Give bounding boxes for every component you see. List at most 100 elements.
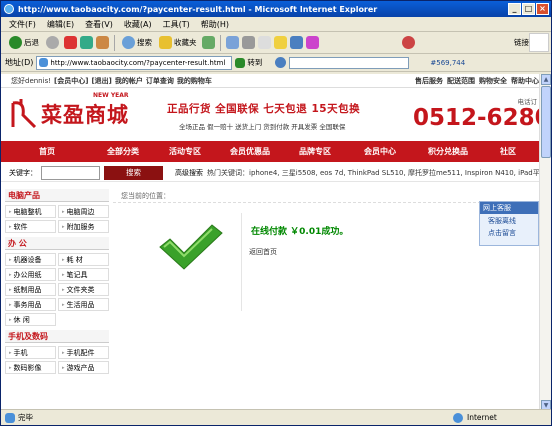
menu-file[interactable]: 文件(F) (9, 19, 36, 30)
advanced-search-link[interactable]: 高级搜索 (175, 168, 203, 178)
close-button[interactable]: × (536, 3, 549, 15)
topnav-link-member[interactable]: [会员中心] (54, 76, 88, 86)
window-title: http://www.taobaocity.com/?paycenter-res… (18, 4, 378, 14)
toolbar-search-icon[interactable] (275, 57, 287, 68)
category-item[interactable]: 笔记具 (58, 268, 109, 281)
research-icon[interactable] (305, 36, 319, 49)
category-item[interactable]: 软件 (5, 220, 56, 233)
category-item[interactable]: 生活用品 (58, 298, 109, 311)
topnav-right-safety[interactable]: 购物安全 (479, 76, 507, 86)
zone-text: Internet (467, 413, 497, 422)
page-content: 您好dennis! [会员中心] [退出] 我的帐户 订单查询 我的购物车 售后… (1, 74, 551, 411)
category-item[interactable]: 机器设备 (5, 253, 56, 266)
go-button[interactable]: 转到 (235, 57, 262, 68)
search-submit-button[interactable]: 搜索 (104, 166, 163, 180)
topnav-link-logout[interactable]: [退出] (91, 76, 111, 86)
topnav-right-help[interactable]: 帮助中心 (511, 76, 539, 86)
topnav-right-delivery[interactable]: 配送范围 (447, 76, 475, 86)
star-icon (159, 36, 172, 49)
category-title: 手机及数码 (5, 330, 109, 343)
category-item[interactable]: 附加服务 (58, 220, 109, 233)
addon-icon[interactable] (401, 36, 415, 49)
main-nav: 首页 全部分类 活动专区 会员优惠品 品牌专区 会员中心 积分兑换品 社区 (1, 141, 551, 162)
topnav-link-cart[interactable]: 我的购物车 (177, 76, 212, 86)
search-button[interactable]: 搜索 (120, 35, 154, 50)
edit-icon[interactable] (257, 36, 271, 49)
category-item[interactable]: 事务用品 (5, 298, 56, 311)
category-title: 办 公 (5, 237, 109, 250)
vertical-scrollbar[interactable]: ▲ ▼ (539, 74, 551, 411)
category-title: 电脑产品 (5, 189, 109, 202)
nav-brands[interactable]: 品牌专区 (283, 146, 347, 157)
top-nav: 您好dennis! [会员中心] [退出] 我的帐户 订单查询 我的购物车 售后… (1, 74, 551, 88)
minimize-button[interactable]: _ (508, 3, 521, 15)
category-item[interactable]: 纸制用品 (5, 283, 56, 296)
search-icon (122, 36, 135, 49)
category-item[interactable]: 文件夹类 (58, 283, 109, 296)
windows-logo-icon (529, 33, 549, 52)
customer-service-widget[interactable]: 网上客服 客服离线 点击留言 (479, 201, 539, 246)
menu-favorites[interactable]: 收藏(A) (124, 19, 152, 30)
page-icon (39, 58, 49, 67)
internet-zone-icon (453, 413, 463, 423)
main-content: 您当前的位置： 在线付款 ￥0.01成功。 返回首页 (113, 191, 541, 311)
scroll-up-icon[interactable]: ▲ (541, 74, 551, 85)
category-item[interactable]: 游戏产品 (58, 361, 109, 374)
menu-bar: 文件(F) 编辑(E) 查看(V) 收藏(A) 工具(T) 帮助(H) (1, 17, 551, 32)
chat-title: 网上客服 (480, 202, 538, 214)
menu-tools[interactable]: 工具(T) (163, 19, 190, 30)
browser-window: http://www.taobaocity.com/?paycenter-res… (0, 0, 552, 426)
category-item[interactable]: 耗 材 (58, 253, 109, 266)
print-icon[interactable] (241, 36, 255, 49)
topnav-right-service[interactable]: 售后服务 (415, 76, 443, 86)
menu-help[interactable]: 帮助(H) (201, 19, 229, 30)
scroll-thumb[interactable] (541, 86, 551, 158)
forward-button[interactable] (44, 35, 61, 50)
toolbar-search-input[interactable] (289, 56, 410, 69)
nav-points[interactable]: 积分兑换品 (413, 146, 483, 157)
greeting: 您好dennis! (11, 76, 52, 85)
links-label[interactable]: 链接 (514, 37, 529, 48)
toolbar: 后退 搜索 收藏夹 链接 (1, 32, 551, 54)
category-item[interactable]: 休 闲 (5, 313, 56, 326)
hot-keywords: 热门关键词：iphone4, 三星i5508, eos 7d, ThinkPad… (207, 169, 547, 177)
chat-leave-message[interactable]: 点击留言 (480, 228, 538, 238)
ie-logo-icon (4, 4, 14, 14)
category-item[interactable]: 电脑整机 (5, 205, 56, 218)
site-logo[interactable]: 菜盈商城 (9, 97, 129, 131)
address-bar: 地址(D) http://www.taobaocity.com/?paycent… (1, 54, 551, 72)
menu-view[interactable]: 查看(V) (85, 19, 113, 30)
history-icon[interactable] (201, 36, 215, 49)
nav-member-deals[interactable]: 会员优惠品 (217, 146, 283, 157)
nav-community[interactable]: 社区 (483, 146, 533, 157)
topnav-link-account[interactable]: 我的帐户 (115, 76, 143, 86)
nav-member-center[interactable]: 会员中心 (347, 146, 413, 157)
stop-icon[interactable] (64, 36, 77, 49)
payment-success-text: 在线付款 ￥0.01成功。 (251, 227, 349, 237)
category-item[interactable]: 办公用纸 (5, 268, 56, 281)
refresh-icon[interactable] (80, 36, 93, 49)
back-home-link[interactable]: 返回首页 (249, 247, 277, 257)
keyword-input[interactable] (41, 166, 100, 180)
nav-all-categories[interactable]: 全部分类 (93, 146, 153, 157)
address-input[interactable]: http://www.taobaocity.com/?paycenter-res… (36, 55, 233, 70)
breadcrumb: 您当前的位置： (113, 191, 541, 203)
home-icon[interactable] (96, 36, 109, 49)
back-button[interactable]: 后退 (7, 35, 41, 50)
menu-edit[interactable]: 编辑(E) (47, 19, 74, 30)
favorites-button[interactable]: 收藏夹 (157, 35, 199, 50)
messenger-icon[interactable] (289, 36, 303, 49)
nav-home[interactable]: 首页 (1, 146, 93, 157)
chat-status[interactable]: 客服离线 (480, 216, 538, 226)
maximize-button[interactable]: □ (522, 3, 535, 15)
nav-events[interactable]: 活动专区 (153, 146, 217, 157)
category-item[interactable]: 手机配件 (58, 346, 109, 359)
category-item[interactable]: 电脑周边 (58, 205, 109, 218)
mail-icon[interactable] (225, 36, 239, 49)
title-bar[interactable]: http://www.taobaocity.com/?paycenter-res… (1, 1, 551, 17)
new-year-badge: NEW YEAR (93, 92, 129, 99)
category-item[interactable]: 数码影像 (5, 361, 56, 374)
topnav-link-orders[interactable]: 订单查询 (146, 76, 174, 86)
category-item[interactable]: 手机 (5, 346, 56, 359)
note-icon[interactable] (273, 36, 287, 49)
